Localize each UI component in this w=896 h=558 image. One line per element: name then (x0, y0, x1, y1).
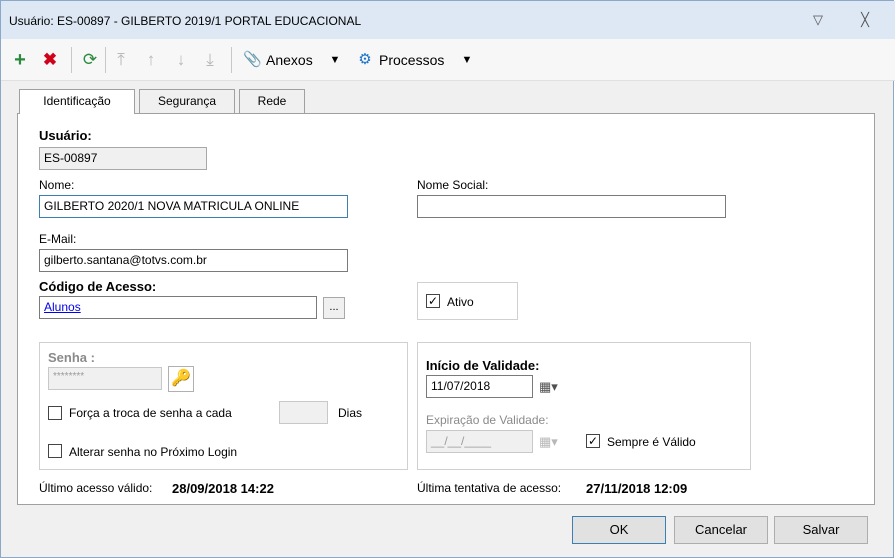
ultima-tentativa-label: Última tentativa de acesso: (417, 481, 562, 495)
ativo-group: ✓ Ativo (417, 282, 518, 320)
window-title: Usuário: ES-00897 - GILBERTO 2019/1 PORT… (9, 14, 362, 28)
ultimo-acesso-label: Último acesso válido: (39, 481, 153, 495)
identificacao-panel: Usuário: ES-00897 Nome: GILBERTO 2020/1 … (17, 113, 875, 505)
nome-field[interactable]: GILBERTO 2020/1 NOVA MATRICULA ONLINE (39, 195, 348, 218)
sempre-valido-label: Sempre é Válido (607, 435, 696, 449)
toolbar-separator (105, 47, 106, 73)
anexos-menu[interactable]: Anexos (266, 50, 313, 70)
ativo-label: Ativo (447, 295, 474, 309)
move-last-icon[interactable]: ⤓ (201, 50, 219, 70)
nome-social-label: Nome Social: (417, 178, 489, 192)
title-bar: Usuário: ES-00897 - GILBERTO 2019/1 PORT… (1, 1, 895, 39)
usuario-field: ES-00897 (39, 147, 207, 170)
inicio-validade-label: Início de Validade: (426, 358, 540, 373)
codigo-lookup-button[interactable]: ... (323, 297, 345, 319)
ok-button[interactable]: OK (572, 516, 666, 544)
senha-label: Senha : (48, 350, 95, 365)
close-icon[interactable]: ╳ (856, 11, 874, 29)
paperclip-icon[interactable]: 📎 (243, 50, 262, 70)
tab-identificacao[interactable]: Identificação (19, 89, 135, 114)
pin-icon[interactable]: ▽ (809, 11, 827, 29)
move-up-icon[interactable]: ↑ (142, 50, 160, 70)
add-icon[interactable]: + (11, 50, 29, 70)
email-label: E-Mail: (39, 232, 77, 246)
nome-label: Nome: (39, 178, 75, 192)
refresh-icon[interactable]: ⟳ (79, 50, 101, 70)
alterar-senha-label: Alterar senha no Próximo Login (69, 445, 238, 459)
ultima-tentativa-value: 27/11/2018 12:09 (586, 481, 688, 496)
move-first-icon[interactable]: ⤒ (112, 50, 130, 70)
senha-group: Senha : ******** 🔑 Força a troca de senh… (39, 342, 408, 470)
ultimo-acesso-value: 28/09/2018 14:22 (172, 481, 274, 496)
expiracao-calendar-icon: ▦▾ (539, 434, 558, 449)
validade-group: Início de Validade: 11/07/2018 ▦▾ Expira… (417, 342, 751, 470)
tab-rede[interactable]: Rede (239, 89, 305, 113)
save-button[interactable]: Salvar (774, 516, 868, 544)
cancel-button[interactable]: Cancelar (674, 516, 768, 544)
expiracao-label: Expiração de Validade: (426, 413, 549, 427)
codigo-acesso-label: Código de Acesso: (39, 279, 157, 294)
processos-dropdown-icon[interactable]: ▼ (461, 50, 473, 70)
expiracao-field: __/__/____ (426, 430, 533, 453)
dialog-window: Usuário: ES-00897 - GILBERTO 2019/1 PORT… (0, 0, 895, 558)
inicio-calendar-icon[interactable]: ▦▾ (539, 375, 583, 398)
anexos-dropdown-icon[interactable]: ▼ (329, 50, 341, 70)
toolbar-separator (71, 47, 72, 73)
move-down-icon[interactable]: ↓ (172, 50, 190, 70)
codigo-acesso-field[interactable]: Alunos (39, 296, 317, 319)
nome-social-field[interactable] (417, 195, 726, 218)
email-field[interactable]: gilberto.santana@totvs.com.br (39, 249, 348, 272)
forca-troca-label: Força a troca de senha a cada (69, 406, 232, 420)
alterar-senha-checkbox[interactable] (48, 444, 62, 458)
forca-troca-checkbox[interactable] (48, 406, 62, 420)
codigo-acesso-link[interactable]: Alunos (44, 300, 81, 314)
usuario-label: Usuário: (39, 128, 92, 143)
key-icon[interactable]: 🔑 (168, 366, 194, 392)
sempre-valido-checkbox[interactable]: ✓ (586, 434, 600, 448)
processos-menu[interactable]: Processos (379, 50, 444, 70)
senha-field: ******** (48, 367, 162, 390)
tab-seguranca[interactable]: Segurança (139, 89, 235, 113)
delete-icon[interactable]: ✖ (41, 50, 59, 70)
toolbar-separator (231, 47, 232, 73)
toolbar: + ✖ ⟳ ⤒ ↑ ↓ ⤓ 📎 Anexos ▼ ⚙ Processos ▼ (1, 39, 895, 81)
ativo-checkbox[interactable]: ✓ (426, 294, 440, 308)
inicio-validade-field[interactable]: 11/07/2018 (426, 375, 533, 398)
dias-field (279, 401, 328, 424)
gear-icon[interactable]: ⚙ (357, 50, 373, 70)
dias-label: Dias (338, 406, 363, 420)
